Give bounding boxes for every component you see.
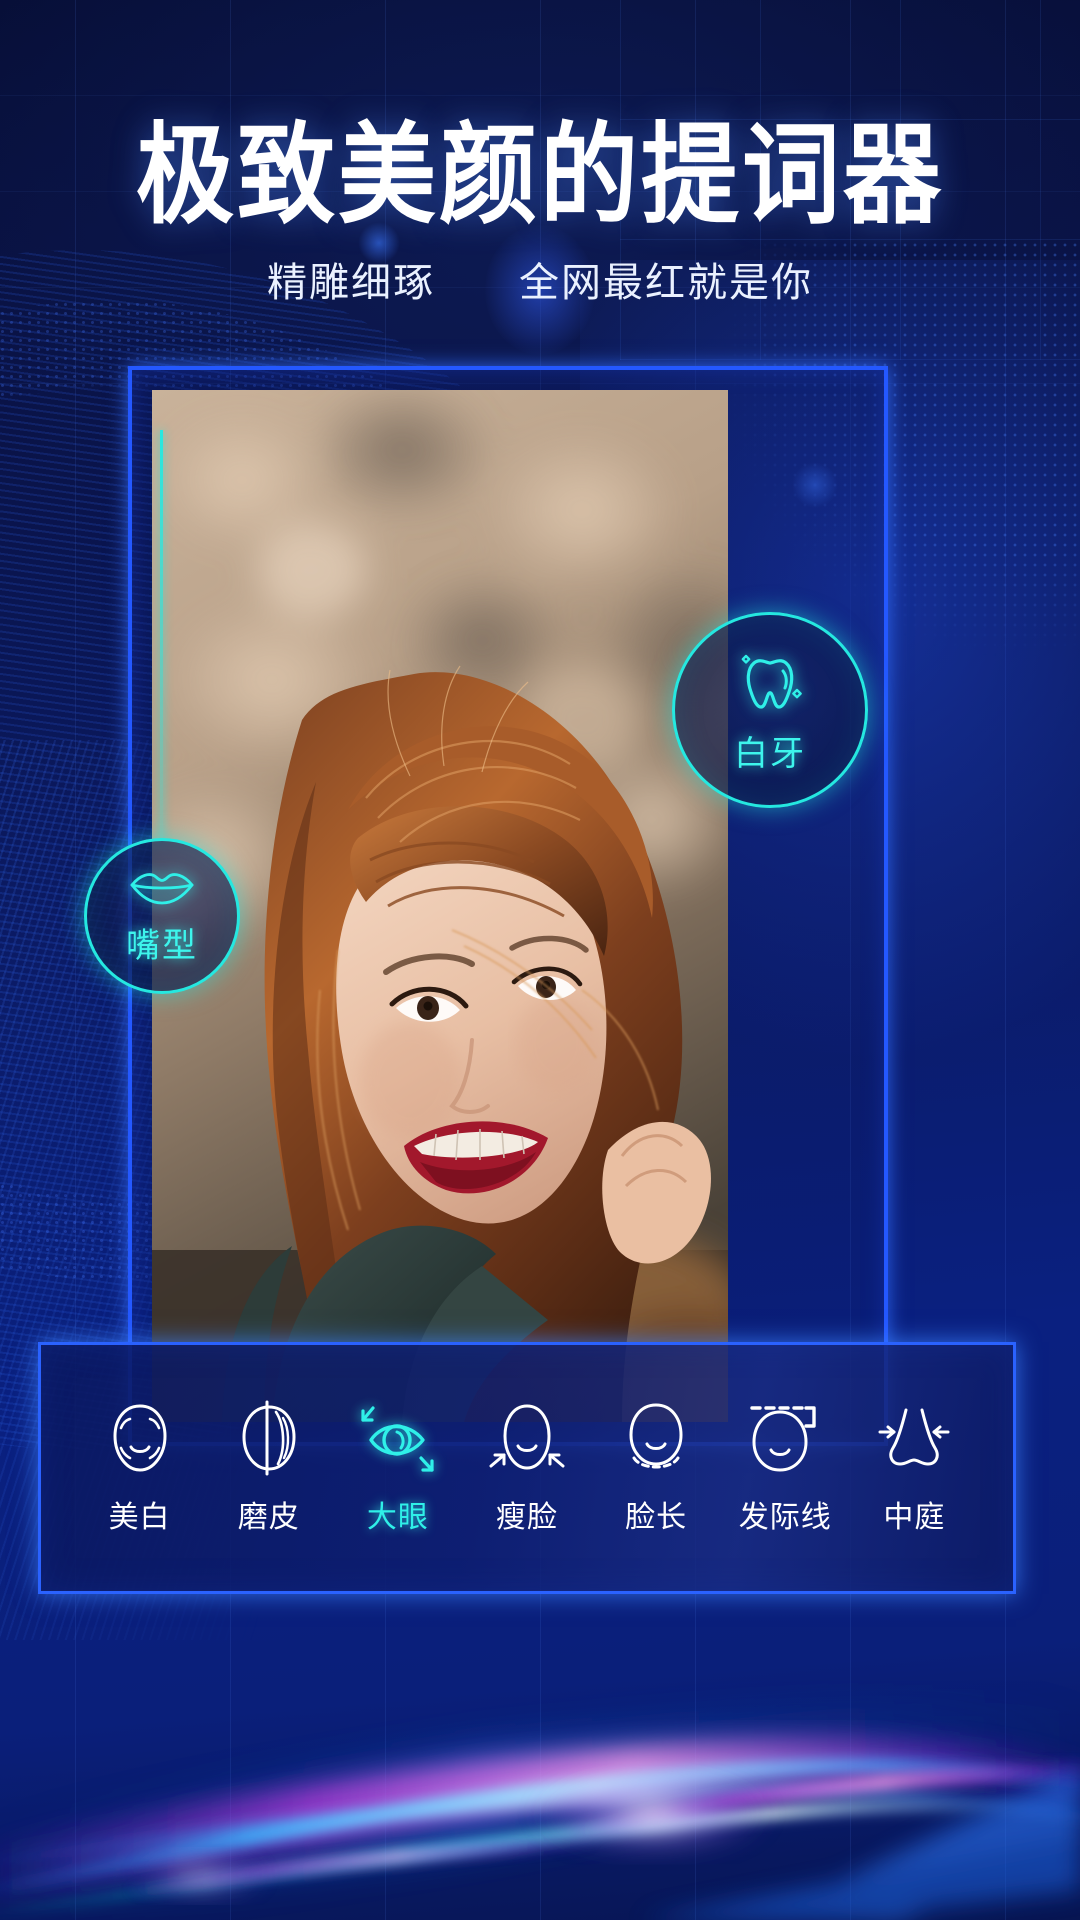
big-eye-icon (357, 1400, 439, 1476)
lips-icon (128, 865, 196, 914)
slim-face-icon (487, 1400, 567, 1476)
badge-white-teeth[interactable]: 白牙 (672, 612, 868, 808)
tooth-icon (734, 645, 806, 722)
tool-label-facelength: 脸长 (625, 1501, 688, 1534)
page-subtitle: 精雕细琢 全网最红就是你 (267, 261, 813, 305)
badge-connector-mouth (160, 430, 163, 842)
hairline-icon (744, 1400, 826, 1476)
badge-mouth-shape[interactable]: 嘴型 (84, 838, 240, 994)
face-length-icon (621, 1400, 691, 1476)
tool-item-midface[interactable]: 中庭 (854, 1400, 974, 1536)
face-whiten-icon (105, 1400, 175, 1476)
tool-item-slimface[interactable]: 瘦脸 (467, 1400, 587, 1536)
tool-item-whiten[interactable]: 美白 (80, 1400, 200, 1536)
tool-item-bigeye[interactable]: 大眼 (338, 1400, 458, 1536)
tool-label-bigeye: 大眼 (366, 1501, 429, 1534)
tool-item-smooth[interactable]: 磨皮 (209, 1400, 329, 1536)
bottom-light-streaks (0, 1590, 1080, 1920)
page-title: 极致美颜的提词器 (135, 113, 944, 237)
tool-label-whiten: 美白 (108, 1501, 171, 1534)
nose-midface-icon (874, 1400, 954, 1476)
tool-label-hairline: 发际线 (738, 1501, 832, 1534)
tool-label-midface: 中庭 (883, 1501, 946, 1534)
tool-item-facelength[interactable]: 脸长 (596, 1400, 716, 1536)
beauty-tool-bar: 美白 磨皮 大眼 瘦脸 脸长 发际线 中庭 (38, 1342, 1016, 1594)
tool-label-slimface: 瘦脸 (495, 1501, 558, 1534)
poster-root: 极致美颜的提词器 精雕细琢 全网最红就是你 白牙 嘴型 美白 磨皮 大眼 瘦脸 … (0, 0, 1080, 1920)
badge-label-teeth: 白牙 (734, 735, 806, 773)
badge-label-mouth: 嘴型 (126, 927, 198, 965)
skin-smooth-icon (234, 1400, 304, 1476)
tool-item-hairline[interactable]: 发际线 (725, 1400, 845, 1536)
tool-label-smooth: 磨皮 (237, 1501, 300, 1534)
